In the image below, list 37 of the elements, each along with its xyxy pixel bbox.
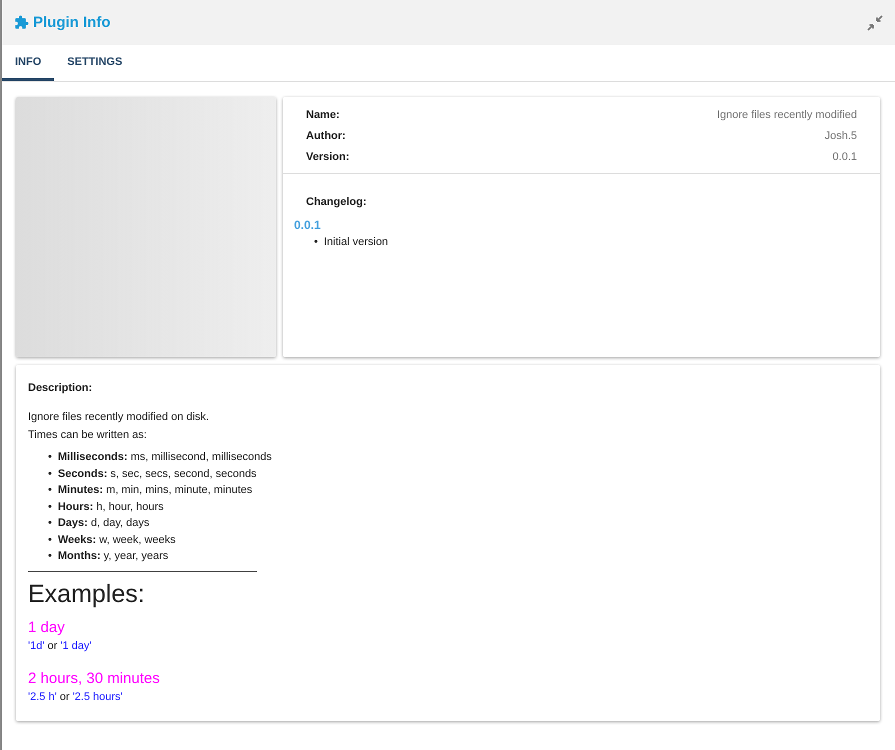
example-title: 1 day (28, 618, 66, 636)
list-bullet: • (314, 235, 318, 250)
list-bullet: • (48, 466, 52, 482)
tab[interactable]: INFO (2, 45, 54, 81)
example-title: 2 hours, 30 minutes (28, 670, 161, 686)
list-bullet: • (48, 500, 52, 514)
list-bullet: • (48, 532, 52, 548)
field-value: Ignore files recently modified (716, 109, 857, 121)
unit-item: Days: d, day, days (58, 516, 150, 531)
unit-item: Hours: h, hour, hours (58, 500, 164, 514)
unit-item: Milliseconds: ms, millisecond, milliseconds (58, 450, 272, 465)
examples-heading: Examples: (28, 580, 146, 608)
field-value: Josh.5 (824, 130, 857, 142)
field-value: 0.0.1 (832, 151, 857, 163)
unit-item: Minutes: m, min, mins, minute, minutes (58, 483, 252, 498)
collapse-icon[interactable] (867, 14, 883, 30)
field-label: Version: (306, 151, 350, 163)
field-label: Name: (306, 109, 340, 121)
example-forms: '2.5 h' or '2.5 hours' (28, 690, 124, 702)
window-title: Plugin Info (33, 14, 110, 31)
unit-item: Months: y, year, years (58, 549, 168, 564)
field-label: Author: (306, 130, 346, 142)
unit-item: Weeks: w, week, weeks (58, 532, 176, 548)
list-bullet: • (48, 483, 52, 498)
list-bullet: • (48, 450, 52, 465)
changelog-label: Changelog: (306, 196, 366, 208)
changelog-version: 0.0.1 (294, 218, 322, 232)
puzzle-icon (14, 15, 29, 30)
changelog-item: Initial version (324, 235, 388, 250)
description-label: Description: (28, 382, 94, 394)
description-text: Times can be written as: (28, 429, 148, 441)
description-text: Ignore files recently modified on disk. (28, 411, 210, 423)
tab[interactable]: SETTINGS (54, 45, 136, 81)
unit-item: Seconds: s, sec, secs, second, seconds (58, 466, 257, 482)
list-bullet: • (48, 516, 52, 531)
example-forms: '1d' or '1 day' (28, 640, 92, 652)
list-bullet: • (48, 549, 52, 564)
